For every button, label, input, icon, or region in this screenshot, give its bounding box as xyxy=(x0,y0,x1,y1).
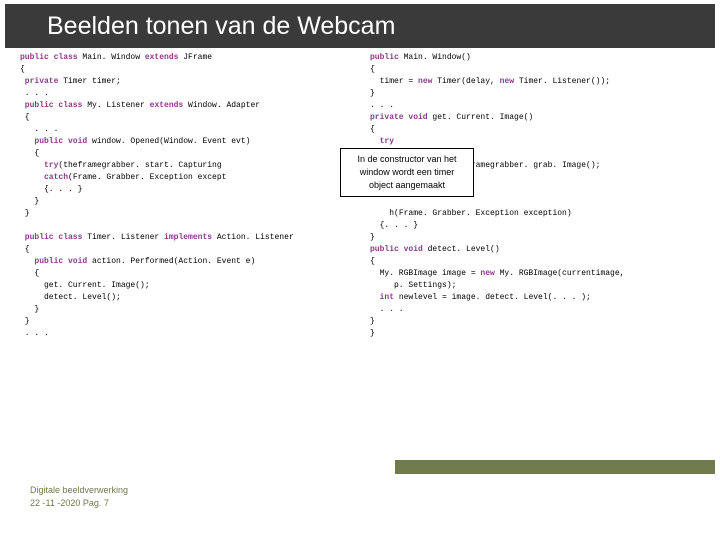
code-text: action. Performed(Action. Event e) xyxy=(87,257,255,266)
code-text: Main. Window xyxy=(78,53,145,62)
code-text: timer = xyxy=(370,77,418,86)
code-text: newlevel = image. detect. Level(. . . ); xyxy=(394,293,591,302)
code-left: public class Main. Window extends JFrame… xyxy=(20,52,350,340)
code-text: { xyxy=(20,113,30,122)
code-text: Timer. Listener xyxy=(82,233,164,242)
kw: public void xyxy=(20,137,87,146)
footer: Digitale beeldverwerking 22 -11 -2020 Pa… xyxy=(30,484,128,510)
kw: new xyxy=(418,77,432,86)
kw: public class xyxy=(20,101,82,110)
code-text: window. Opened(Window. Event evt) xyxy=(87,137,250,146)
code-text: { xyxy=(20,269,39,278)
code-text: Timer timer; xyxy=(58,77,120,86)
code-text: } xyxy=(20,317,30,326)
code-text: { xyxy=(370,125,375,134)
kw: int xyxy=(370,293,394,302)
footer-line1: Digitale beeldverwerking xyxy=(30,484,128,497)
code-text: Timer. Listener()); xyxy=(514,77,610,86)
code-text: { xyxy=(370,65,375,74)
kw: public xyxy=(370,53,399,62)
code-text: My. RGBImage image = xyxy=(370,269,480,278)
code-text: get. Current. Image(); xyxy=(20,281,150,290)
code-text: } xyxy=(20,209,30,218)
code-text: {. . . } xyxy=(370,221,418,230)
code-text: (Frame. Grabber. Exception except xyxy=(68,173,226,182)
callout-text: In de constructor van het window wordt e… xyxy=(347,153,467,192)
code-text: . . . xyxy=(20,125,58,134)
code-text: JFrame xyxy=(178,53,212,62)
code-text: detect. Level(); xyxy=(20,293,121,302)
code-text: . . . xyxy=(370,305,404,314)
code-text: My. RGBImage(currentimage, xyxy=(495,269,625,278)
code-text: { xyxy=(20,149,39,158)
kw: public void xyxy=(370,245,423,254)
kw: try xyxy=(20,161,58,170)
code-text: Window. Adapter xyxy=(183,101,260,110)
kw: public class xyxy=(20,53,78,62)
footer-accent-bar xyxy=(395,460,715,474)
code-text: Main. Window() xyxy=(399,53,471,62)
kw: public void xyxy=(20,257,87,266)
code-text: { xyxy=(20,245,30,254)
kw: private xyxy=(20,77,58,86)
code-text: (theframegrabber. start. Capturing xyxy=(58,161,221,170)
kw: new xyxy=(480,269,494,278)
code-text: . . . xyxy=(20,329,49,338)
kw: try xyxy=(370,137,394,146)
code-text: p. Settings); xyxy=(370,281,456,290)
kw: private void xyxy=(370,113,428,122)
title-bar: Beelden tonen van de Webcam xyxy=(5,4,715,48)
code-text: } xyxy=(370,317,375,326)
code-text: My. Listener xyxy=(82,101,149,110)
kw: implements xyxy=(164,233,212,242)
kw: new xyxy=(500,77,514,86)
code-text: } xyxy=(20,197,39,206)
code-text: } xyxy=(370,329,375,338)
footer-line2: 22 -11 -2020 Pag. 7 xyxy=(30,497,128,510)
code-text: (Frame. Grabber. Exception exception) xyxy=(394,209,572,218)
code-text: h xyxy=(370,209,394,218)
code-text: Action. Listener xyxy=(212,233,294,242)
code-text: } xyxy=(370,233,375,242)
callout-box: In de constructor van het window wordt e… xyxy=(340,148,474,197)
kw: catch xyxy=(20,173,68,182)
code-text: } xyxy=(20,305,39,314)
code-text: { xyxy=(20,65,25,74)
kw: extends xyxy=(145,53,179,62)
code-text: detect. Level() xyxy=(423,245,500,254)
code-text: } xyxy=(370,89,375,98)
kw: public class xyxy=(20,233,82,242)
slide-title: Beelden tonen van de Webcam xyxy=(47,12,395,41)
code-text: . . . xyxy=(20,89,49,98)
code-text: {. . . } xyxy=(20,185,82,194)
kw: extends xyxy=(150,101,184,110)
code-text: { xyxy=(370,257,375,266)
code-text: get. Current. Image() xyxy=(428,113,534,122)
code-text: . . . xyxy=(370,101,394,110)
code-text: Timer(delay, xyxy=(432,77,499,86)
